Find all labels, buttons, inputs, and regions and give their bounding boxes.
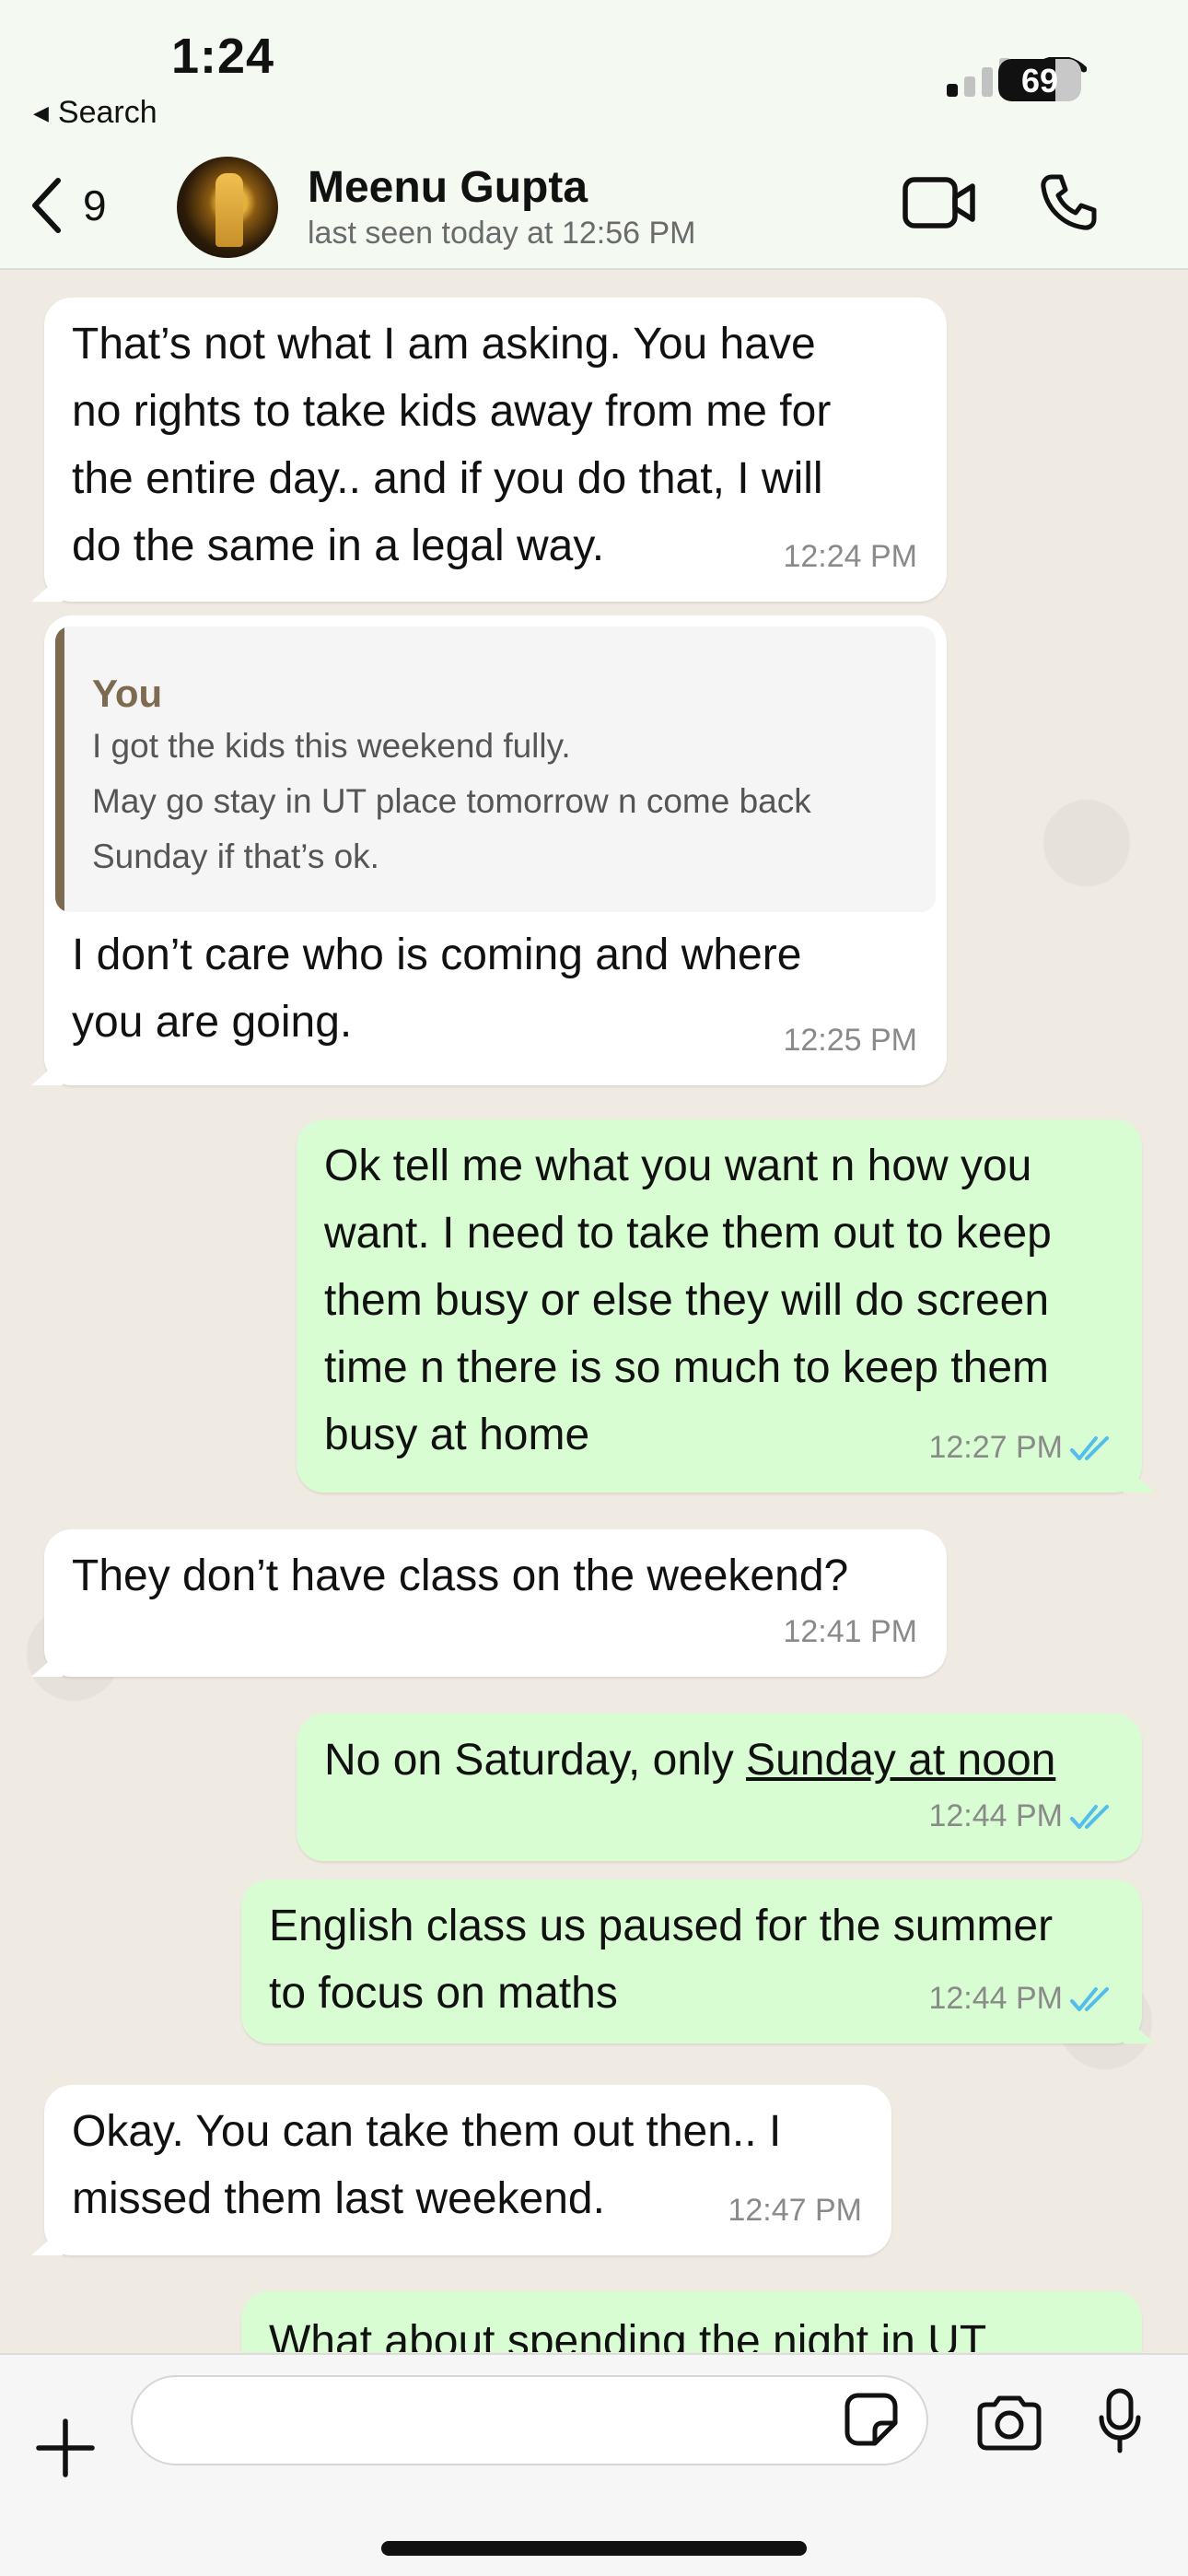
video-camera-icon <box>903 177 975 228</box>
outgoing-message[interactable]: Ok tell me what you want n how you want.… <box>297 1119 1142 1493</box>
sticker-icon <box>844 2393 898 2446</box>
outgoing-message[interactable]: English class us paused for the summer t… <box>241 1879 1142 2043</box>
message-input[interactable] <box>131 2375 928 2465</box>
video-call-button[interactable] <box>903 177 976 233</box>
message-text: Okay. You can take them out then.. I mis… <box>72 2107 782 2223</box>
incoming-message[interactable]: Okay. You can take them out then.. I mis… <box>44 2085 891 2255</box>
phone-icon <box>1041 174 1097 230</box>
back-button[interactable]: 9 <box>29 177 107 234</box>
message-text: They don’t have class on the weekend? <box>72 1551 849 1600</box>
camera-button[interactable] <box>976 2395 1042 2455</box>
contact-name[interactable]: Meenu Gupta <box>308 162 588 213</box>
double-check-icon <box>1070 1804 1109 1829</box>
attach-button[interactable] <box>35 2418 96 2483</box>
status-time: 1:24 <box>171 29 275 84</box>
message-list[interactable]: That’s not what I am asking. You have no… <box>0 272 1188 2352</box>
battery-indicator: 69 <box>998 59 1081 101</box>
outgoing-message[interactable]: What about spending the night in UT <box>241 2291 1142 2352</box>
last-seen-status: last seen today at 12:56 PM <box>308 216 696 251</box>
message-time: 12:47 PM <box>728 2193 862 2228</box>
quoted-reply[interactable]: You I got the kids this weekend fully. M… <box>55 626 936 912</box>
back-to-search-label: Search <box>57 95 157 130</box>
message-time: 12:25 PM <box>783 1023 917 1058</box>
message-time: 12:27 PM <box>928 1414 1114 1481</box>
avatar[interactable] <box>177 157 278 258</box>
incoming-message[interactable]: They don’t have class on the weekend? 12… <box>44 1529 947 1677</box>
back-triangle-icon: ◀ <box>33 100 49 124</box>
battery-level: 69 <box>1020 62 1059 100</box>
date-link[interactable]: Sunday at noon <box>746 1736 1055 1785</box>
double-check-icon <box>1070 1986 1109 2011</box>
chat-header-region: 1:24 ◀ Search 69 9 Meenu Gupta last seen… <box>0 0 1188 270</box>
microphone-button[interactable] <box>1098 2388 1142 2459</box>
quote-accent-bar <box>55 626 64 912</box>
camera-icon <box>977 2395 1042 2451</box>
incoming-message[interactable]: You I got the kids this weekend fully. M… <box>44 615 947 1085</box>
incoming-message[interactable]: That’s not what I am asking. You have no… <box>44 298 947 602</box>
outgoing-message[interactable]: No on Saturday, only Sunday at noon 12:4… <box>297 1714 1142 1861</box>
message-time: 12:41 PM <box>783 1614 917 1649</box>
plus-icon <box>36 2418 95 2477</box>
unread-count: 9 <box>83 181 107 229</box>
back-to-search-button[interactable]: ◀ Search <box>33 95 157 131</box>
chevron-left-icon <box>32 178 61 233</box>
quote-author: You <box>92 672 163 715</box>
message-text: What about spending the night in UT <box>269 2317 987 2352</box>
message-time: 12:44 PM <box>928 1965 1114 2032</box>
sticker-button[interactable] <box>844 2392 899 2452</box>
home-indicator[interactable] <box>381 2541 807 2556</box>
message-time: 12:44 PM <box>928 1783 1114 1850</box>
voice-call-button[interactable] <box>1039 173 1098 237</box>
quote-text: I got the kids this weekend fully. May g… <box>92 727 811 875</box>
message-text: That’s not what I am asking. You have no… <box>72 320 832 570</box>
microphone-icon <box>1099 2388 1141 2453</box>
message-time: 12:24 PM <box>783 539 917 574</box>
message-text: I don’t care who is coming and where you… <box>72 931 802 1047</box>
double-check-icon <box>1070 1435 1109 1460</box>
